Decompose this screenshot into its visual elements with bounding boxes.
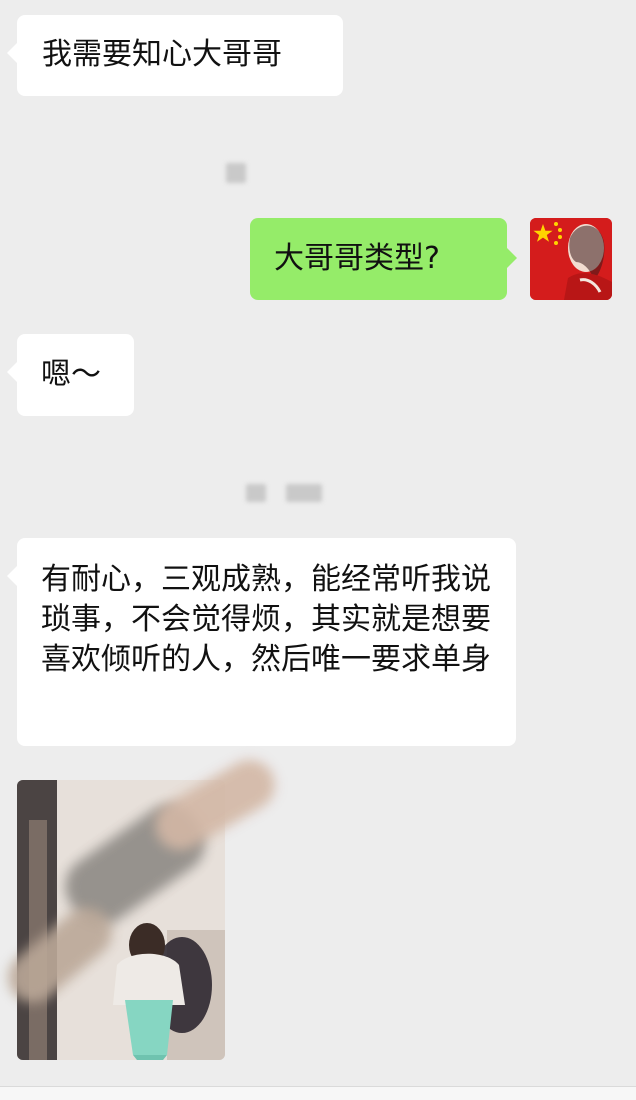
message-bubble-incoming[interactable]: 嗯～ bbox=[7, 334, 134, 416]
message-text: 嗯～ bbox=[41, 357, 101, 392]
blurred-timestamp bbox=[246, 484, 266, 502]
user-avatar[interactable] bbox=[530, 218, 612, 300]
chat-window: 我需要知心大哥哥 大哥哥类型? 嗯～ 有耐心，三观成熟，能经常听我说琐事，不会觉… bbox=[0, 0, 636, 1100]
message-bubble-incoming[interactable]: 有耐心，三观成熟，能经常听我说琐事，不会觉得烦，其实就是想要喜欢倾听的人，然后唯… bbox=[7, 538, 516, 746]
blurred-timestamp bbox=[226, 163, 246, 183]
input-bar-edge bbox=[0, 1086, 636, 1100]
message-text: 有耐心，三观成熟，能经常听我说琐事，不会觉得烦，其实就是想要喜欢倾听的人，然后唯… bbox=[41, 562, 491, 677]
message-text: 大哥哥类型? bbox=[274, 241, 440, 276]
blurred-timestamp bbox=[286, 484, 322, 502]
flag-avatar-icon bbox=[530, 218, 612, 300]
message-bubble-outgoing[interactable]: 大哥哥类型? bbox=[250, 218, 517, 300]
message-bubble-incoming[interactable]: 我需要知心大哥哥 bbox=[7, 15, 343, 96]
message-text: 我需要知心大哥哥 bbox=[42, 37, 282, 72]
